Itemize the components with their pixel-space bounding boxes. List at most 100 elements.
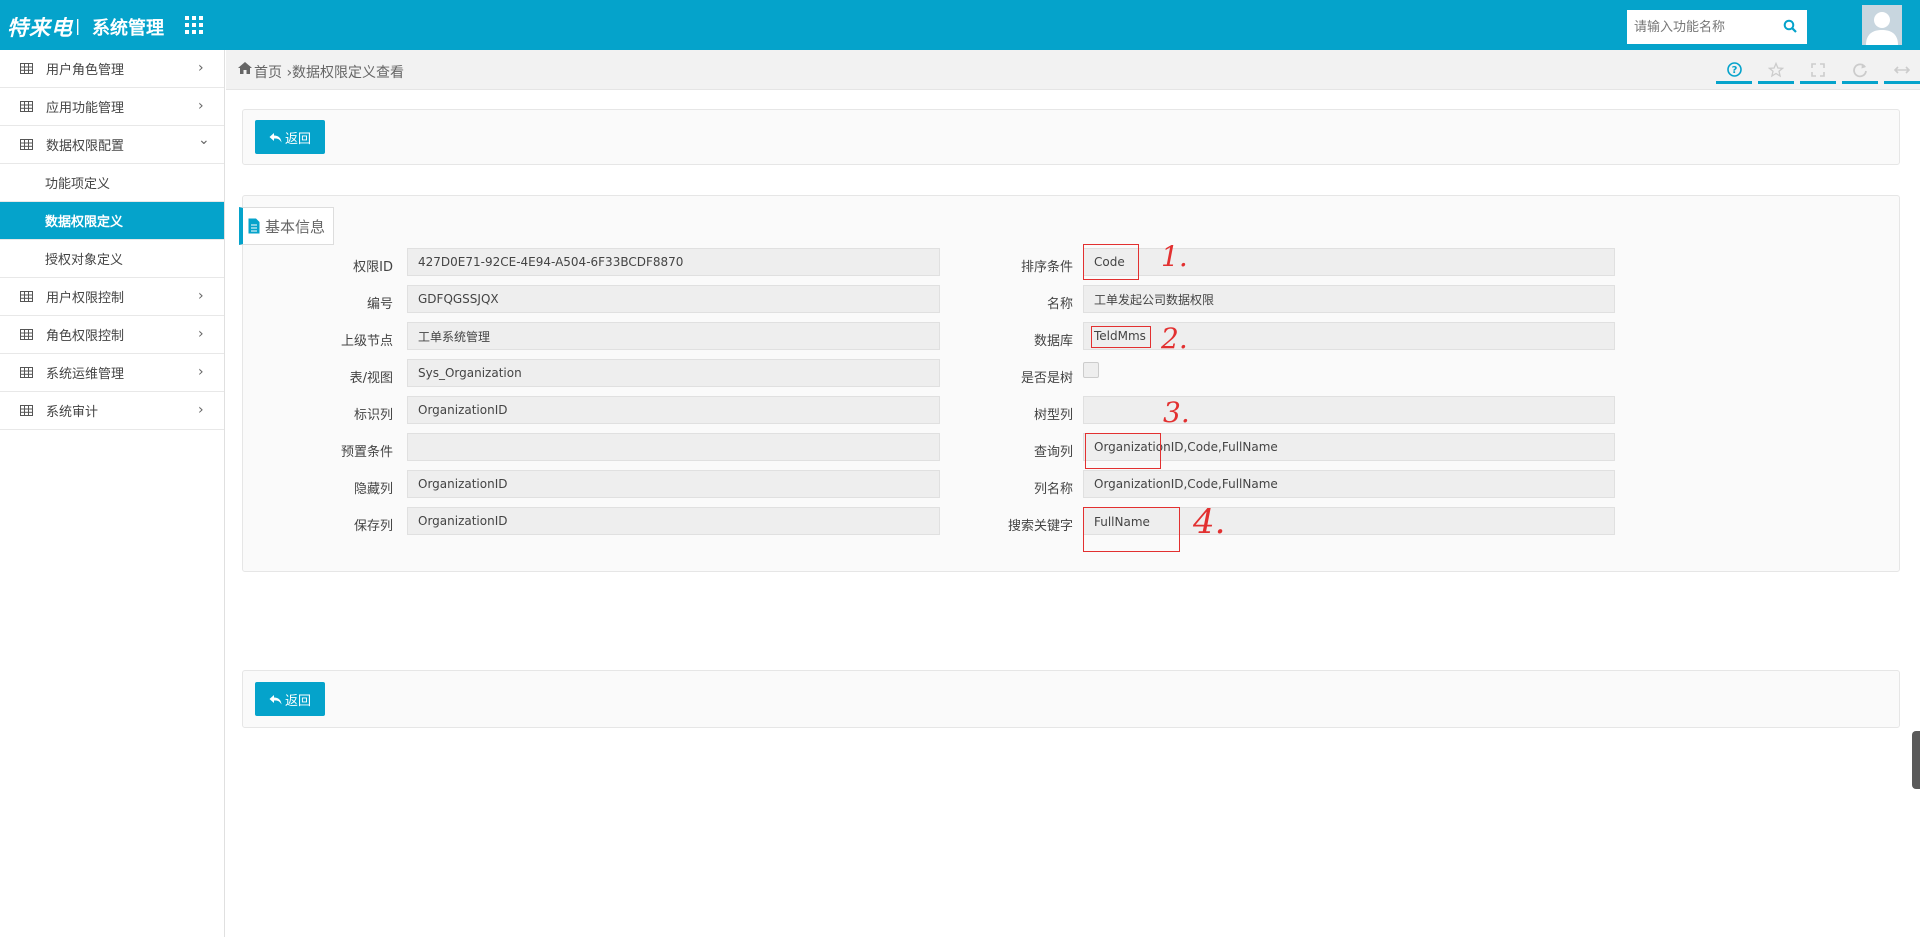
reply-icon bbox=[269, 694, 282, 704]
sidebar-subitem-data-permission-definition[interactable]: 数据权限定义 bbox=[0, 202, 224, 240]
sidebar-item-user-permission-control[interactable]: 用户权限控制 › bbox=[0, 278, 224, 316]
back-button-label: 返回 bbox=[284, 131, 311, 147]
field-label-save-column: 保存列 bbox=[353, 519, 393, 534]
table-icon bbox=[20, 63, 33, 74]
refresh-icon bbox=[1853, 62, 1867, 77]
sidebar-item-label: 系统运维管理 bbox=[46, 367, 125, 382]
field-label-sort-condition: 排序条件 bbox=[1020, 260, 1073, 275]
top-action-panel: 返回 bbox=[242, 109, 1900, 165]
field-tree-column[interactable] bbox=[1083, 396, 1615, 424]
basic-info-panel: 基本信息 权限ID 427D0E71-92CE-4E94-A504-6F33BC… bbox=[239, 195, 1900, 572]
field-label-tree-column: 树型列 bbox=[1033, 408, 1073, 423]
star-icon bbox=[1768, 61, 1784, 77]
field-label-database: 数据库 bbox=[1033, 334, 1073, 349]
help-icon: ? bbox=[1726, 62, 1742, 77]
sidebar-item-label: 数据权限配置 bbox=[46, 139, 125, 154]
field-sort-condition[interactable]: Code bbox=[1083, 248, 1615, 276]
table-icon bbox=[20, 291, 33, 302]
field-permission-id[interactable]: 427D0E71-92CE-4E94-A504-6F33BCDF8870 bbox=[407, 248, 940, 276]
field-label-name: 名称 bbox=[1046, 297, 1073, 312]
document-icon bbox=[248, 218, 260, 234]
breadcrumb-text[interactable]: 首页 ›数据权限定义查看 bbox=[254, 62, 404, 82]
search-icon[interactable] bbox=[1783, 19, 1797, 33]
fullscreen-button[interactable] bbox=[1800, 58, 1836, 84]
field-label-hidden-column: 隐藏列 bbox=[353, 482, 393, 497]
table-icon bbox=[20, 367, 33, 378]
home-icon[interactable] bbox=[237, 61, 253, 75]
field-label-id-column: 标识列 bbox=[353, 408, 393, 423]
sidebar-item-label: 应用功能管理 bbox=[46, 101, 125, 116]
table-icon bbox=[20, 101, 33, 112]
svg-text:?: ? bbox=[1731, 65, 1737, 76]
main-content: 首页 ›数据权限定义查看 ? 返回 基本信息 权限ID 427D0E71-92C… bbox=[226, 50, 1920, 937]
table-icon bbox=[20, 329, 33, 340]
field-label-parent-node: 上级节点 bbox=[340, 334, 393, 349]
is-tree-checkbox[interactable] bbox=[1083, 362, 1099, 378]
top-header: 特来电 | 系统管理 bbox=[0, 0, 1920, 50]
field-code[interactable]: GDFQGSSJQX bbox=[407, 285, 940, 313]
field-label-code: 编号 bbox=[366, 297, 393, 312]
sidebar-item-label: 系统审计 bbox=[46, 405, 99, 420]
field-table-view[interactable]: Sys_Organization bbox=[407, 359, 940, 387]
sidebar-item-label: 角色权限控制 bbox=[46, 329, 125, 344]
chevron-right-icon: › bbox=[198, 326, 204, 342]
back-button[interactable]: 返回 bbox=[255, 120, 325, 154]
logo: 特来电 bbox=[7, 16, 73, 40]
field-search-keyword[interactable]: FullName bbox=[1083, 507, 1615, 535]
field-preset-condition[interactable] bbox=[407, 433, 940, 461]
field-id-column[interactable]: OrganizationID bbox=[407, 396, 940, 424]
sidebar-item-system-audit[interactable]: 系统审计 › bbox=[0, 392, 224, 430]
field-database[interactable]: TeldMms bbox=[1083, 322, 1615, 350]
reply-icon bbox=[269, 132, 282, 142]
expand-icon bbox=[1894, 65, 1910, 74]
sidebar-item-label: 用户角色管理 bbox=[46, 63, 125, 78]
field-label-permission-id: 权限ID bbox=[353, 260, 393, 275]
field-label-query-columns: 查询列 bbox=[1033, 445, 1073, 460]
chevron-right-icon: › bbox=[198, 364, 204, 380]
system-title: 系统管理 bbox=[92, 18, 164, 39]
refresh-button[interactable] bbox=[1842, 58, 1878, 84]
apps-grid-icon[interactable] bbox=[185, 16, 203, 34]
field-label-preset-condition: 预置条件 bbox=[340, 445, 393, 460]
sidebar-subitem-grant-object-definition[interactable]: 授权对象定义 bbox=[0, 240, 224, 278]
breadcrumb: 首页 ›数据权限定义查看 ? bbox=[226, 50, 1920, 90]
field-hidden-column[interactable]: OrganizationID bbox=[407, 470, 940, 498]
bottom-action-panel: 返回 bbox=[242, 670, 1900, 728]
sidebar-item-user-role[interactable]: 用户角色管理 › bbox=[0, 50, 224, 88]
chevron-right-icon: › bbox=[198, 60, 204, 76]
back-button-bottom[interactable]: 返回 bbox=[255, 682, 325, 716]
field-name[interactable]: 工单发起公司数据权限 bbox=[1083, 285, 1615, 313]
field-column-names[interactable]: OrganizationID,Code,FullName bbox=[1083, 470, 1615, 498]
field-query-columns[interactable]: OrganizationID,Code,FullName bbox=[1083, 433, 1615, 461]
expand-button[interactable] bbox=[1884, 58, 1920, 84]
sidebar-item-system-ops[interactable]: 系统运维管理 › bbox=[0, 354, 224, 392]
tab-basic-info[interactable]: 基本信息 bbox=[239, 207, 334, 245]
field-parent-node[interactable]: 工单系统管理 bbox=[407, 322, 940, 350]
sidebar-item-label: 用户权限控制 bbox=[46, 291, 125, 306]
chevron-right-icon: › bbox=[198, 98, 204, 114]
back-button-label: 返回 bbox=[284, 693, 311, 709]
sidebar-item-data-permission-config[interactable]: 数据权限配置 ⌄ bbox=[0, 126, 224, 164]
help-button[interactable]: ? bbox=[1716, 58, 1752, 84]
field-save-column[interactable]: OrganizationID bbox=[407, 507, 940, 535]
function-search bbox=[1627, 10, 1807, 44]
field-label-column-names: 列名称 bbox=[1033, 482, 1073, 497]
logo-separator: | bbox=[75, 16, 81, 35]
sidebar-item-app-function[interactable]: 应用功能管理 › bbox=[0, 88, 224, 126]
field-label-table-view: 表/视图 bbox=[349, 371, 393, 386]
avatar[interactable] bbox=[1862, 5, 1902, 45]
tab-basic-info-label: 基本信息 bbox=[265, 217, 326, 236]
sidebar-subitem-function-definition[interactable]: 功能项定义 bbox=[0, 164, 224, 202]
chevron-right-icon: › bbox=[198, 288, 204, 304]
sidebar-item-role-permission-control[interactable]: 角色权限控制 › bbox=[0, 316, 224, 354]
chevron-right-icon: › bbox=[198, 402, 204, 418]
function-search-input[interactable] bbox=[1627, 10, 1777, 44]
chevron-down-icon: ⌄ bbox=[198, 132, 210, 148]
table-icon bbox=[20, 139, 33, 150]
favorite-button[interactable] bbox=[1758, 58, 1794, 84]
table-icon bbox=[20, 405, 33, 416]
field-label-is-tree: 是否是树 bbox=[1020, 371, 1073, 386]
fullscreen-icon bbox=[1811, 62, 1825, 77]
field-label-search-keyword: 搜索关键字 bbox=[1007, 519, 1073, 534]
side-drawer-handle[interactable] bbox=[1912, 731, 1920, 789]
